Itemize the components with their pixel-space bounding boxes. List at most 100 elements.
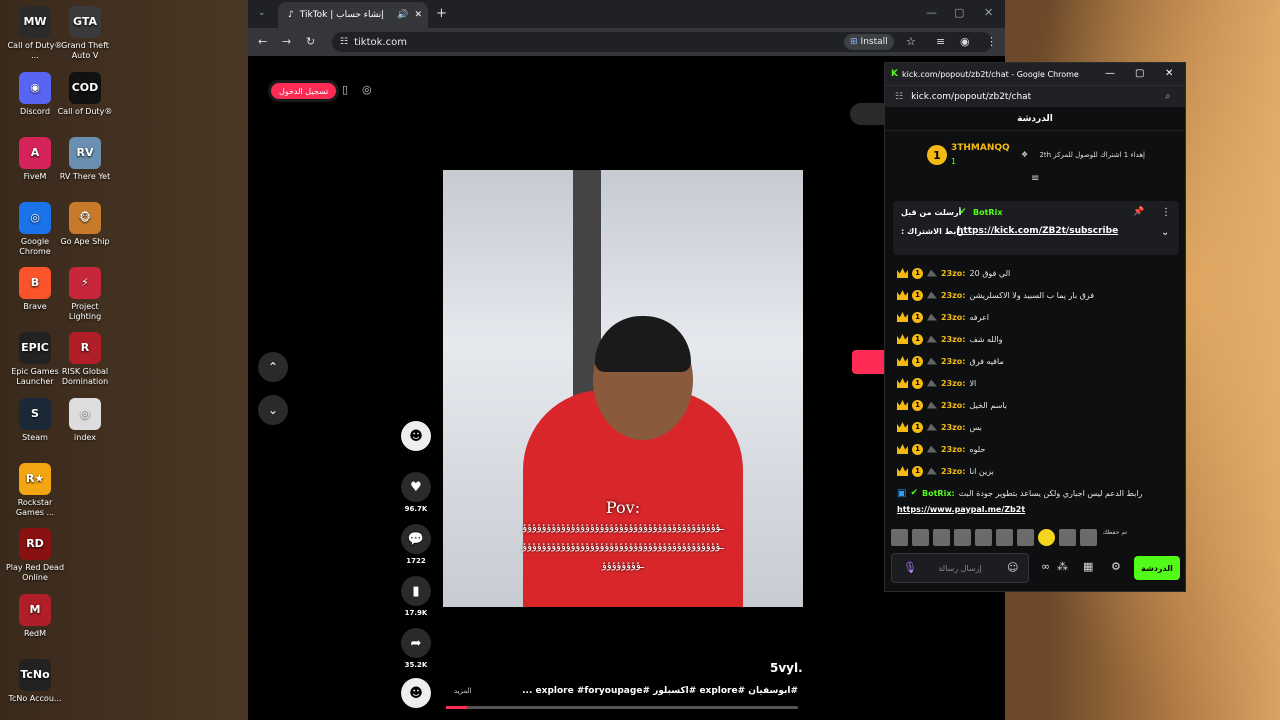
desktop-icon[interactable]: COD Call of Duty® xyxy=(54,72,116,117)
url-text: tiktok.com xyxy=(354,36,407,48)
next-video-button[interactable]: ⌄ xyxy=(258,395,288,425)
app-icon: R★ xyxy=(19,463,51,495)
login-button[interactable]: تسجيل الدخول xyxy=(268,80,340,102)
tiktok-partial-red-button[interactable] xyxy=(852,350,884,374)
desktop-icon[interactable]: 🐵 Go Ape Ship xyxy=(54,202,116,247)
pinned-author[interactable]: BotRix xyxy=(973,208,1002,217)
new-tab-button[interactable]: + xyxy=(436,6,447,21)
reload-icon[interactable]: ↻ xyxy=(306,35,315,48)
profile-icon[interactable]: ◉ xyxy=(960,35,970,48)
emote-icon[interactable] xyxy=(891,529,908,546)
pinned-menu-icon[interactable]: ⋮ xyxy=(1161,207,1171,218)
emote-icon[interactable] xyxy=(954,529,971,546)
kick-address-bar[interactable]: ☷ kick.com/popout/zb2t/chat ⌕ xyxy=(885,85,1185,107)
tab-audio-icon[interactable]: 🔊 xyxy=(397,10,408,20)
kick-close-icon[interactable]: ✕ xyxy=(1165,68,1173,79)
chat-username[interactable]: 23zo: xyxy=(941,467,965,476)
tab-tiktok[interactable]: ♪ TikTok | إنشاء حساب 🔊 ✕ xyxy=(278,2,428,28)
bot-username[interactable]: BotRix: xyxy=(922,489,955,498)
chat-send-button[interactable]: الدردشة xyxy=(1134,556,1180,580)
chat-username[interactable]: 23zo: xyxy=(941,401,965,410)
more-link[interactable]: المزيد xyxy=(454,687,472,695)
gift-icon[interactable]: ▦ xyxy=(1083,560,1093,573)
desktop-icon[interactable]: ⚡ Project Lighting xyxy=(54,267,116,322)
desktop-icon[interactable]: R RISK Global Domination xyxy=(54,332,116,387)
emote-icon[interactable] xyxy=(975,529,992,546)
top-gifter-name[interactable]: 3THMANQQ xyxy=(951,143,1010,153)
emote-icon[interactable] xyxy=(1080,529,1097,546)
music-disc[interactable]: ☻ xyxy=(396,678,436,711)
emote-icon[interactable] xyxy=(1017,529,1034,546)
previous-video-button[interactable]: ⌃ xyxy=(258,352,288,382)
device-icon[interactable]: ▯ xyxy=(342,83,348,96)
desktop-icon[interactable]: RD Play Red Dead Online xyxy=(4,528,66,583)
emoji-icon[interactable]: ☺ xyxy=(1007,561,1018,574)
desktop-icon-label: RV There Yet xyxy=(59,172,111,181)
kick-minimize-icon[interactable]: — xyxy=(1105,68,1115,79)
chat-username[interactable]: 23zo: xyxy=(941,291,965,300)
chat-header: الدردشة xyxy=(885,107,1185,131)
chat-username[interactable]: 23zo: xyxy=(941,269,965,278)
video-progress-bar[interactable] xyxy=(446,706,798,709)
kick-zoom-icon[interactable]: ⌕ xyxy=(1165,91,1171,102)
emote-icon[interactable] xyxy=(996,529,1013,546)
menu-icon[interactable]: ⋮ xyxy=(986,35,997,48)
pin-icon[interactable]: 📌 xyxy=(1133,207,1144,217)
microphone-icon[interactable]: 🎙 xyxy=(903,561,917,574)
desktop-icon[interactable]: RV RV There Yet xyxy=(54,137,116,182)
install-button[interactable]: ⊞ Install xyxy=(844,34,894,50)
minimize-icon[interactable]: — xyxy=(926,6,937,19)
expand-chevron-icon[interactable]: ⌄ xyxy=(1161,227,1169,238)
site-info-icon[interactable]: ☷ xyxy=(340,37,348,47)
infinity-icon[interactable]: ∞ xyxy=(1041,560,1050,573)
close-window-icon[interactable]: ✕ xyxy=(984,6,993,19)
tiktok-partial-button[interactable] xyxy=(850,103,884,125)
like-button[interactable]: ♥ 96.7K xyxy=(396,472,436,513)
desktop-icon[interactable]: GTA Grand Theft Auto V xyxy=(54,6,116,61)
sub-badge-icon: 1 xyxy=(912,465,923,477)
share-button[interactable]: ➦ 35.2K xyxy=(396,628,436,669)
settings-gear-icon[interactable]: ⚙ xyxy=(1111,560,1121,573)
desktop-icon[interactable]: ◎ index xyxy=(54,398,116,443)
emote-icon[interactable] xyxy=(1059,529,1076,546)
desktop-icon[interactable]: R★ Rockstar Games ... xyxy=(4,463,66,518)
desktop-icon-label: Play Red Dead Online xyxy=(5,563,65,582)
chat-username[interactable]: 23zo: xyxy=(941,423,965,432)
kick-maximize-icon[interactable]: ▢ xyxy=(1135,68,1144,79)
pinned-link[interactable]: https://kick.com/ZB2t/subscribe xyxy=(957,226,1118,236)
desktop-icon[interactable]: TcNo TcNo Accou... xyxy=(4,659,66,704)
video-overlay-line-3: ـؤؤؤؤؤؤؤؤ xyxy=(602,560,645,571)
app-icon: MW xyxy=(19,6,51,38)
chat-username[interactable]: 23zo: xyxy=(941,357,965,366)
chat-username[interactable]: 23zo: xyxy=(941,379,965,388)
tab-close-icon[interactable]: ✕ xyxy=(414,10,428,20)
chat-username[interactable]: 23zo: xyxy=(941,313,965,322)
filter-icon[interactable]: ≡ xyxy=(1031,173,1039,184)
save-button[interactable]: ▮ 17.9K xyxy=(396,576,436,617)
address-bar[interactable]: ☷ tiktok.com ⊞ Install ☆ xyxy=(332,32,992,52)
forward-icon[interactable]: → xyxy=(282,35,291,48)
emote-icon[interactable] xyxy=(933,529,950,546)
bot-message-link[interactable]: https://www.paypal.me/Zb2t xyxy=(897,505,1025,514)
kick-site-info-icon[interactable]: ☷ xyxy=(895,92,903,102)
tab-search-icon[interactable]: ⌄ xyxy=(258,8,266,18)
media-controls-icon[interactable]: ≡ xyxy=(936,35,945,48)
author-handle[interactable]: 5vyl. xyxy=(770,661,803,675)
maximize-icon[interactable]: ▢ xyxy=(954,6,964,19)
explore-compass-icon[interactable]: ◎ xyxy=(362,83,372,96)
bookmark-star-icon[interactable]: ☆ xyxy=(906,35,916,48)
comment-button[interactable]: 💬 1722 xyxy=(396,524,436,565)
back-icon[interactable]: ← xyxy=(258,35,267,48)
author-avatar[interactable]: ☻ xyxy=(396,421,436,454)
app-icon: COD xyxy=(69,72,101,104)
comment-icon: 💬 xyxy=(401,524,431,554)
emote-icon[interactable] xyxy=(912,529,929,546)
comment-count: 1722 xyxy=(406,557,426,565)
chat-username[interactable]: 23zo: xyxy=(941,335,965,344)
chat-username[interactable]: 23zo: xyxy=(941,445,965,454)
dots-icon[interactable]: ⁂ xyxy=(1057,560,1068,573)
emote-icon[interactable] xyxy=(1038,529,1055,546)
emote-more-label[interactable]: تم حفظك xyxy=(1101,529,1127,547)
desktop-icon[interactable]: M RedM xyxy=(4,594,66,639)
video-player[interactable]: Pov: ـؤؤؤؤؤؤؤؤؤؤؤؤؤؤؤؤؤؤؤؤؤؤؤؤؤؤؤؤؤؤؤؤؤؤ… xyxy=(443,170,803,607)
